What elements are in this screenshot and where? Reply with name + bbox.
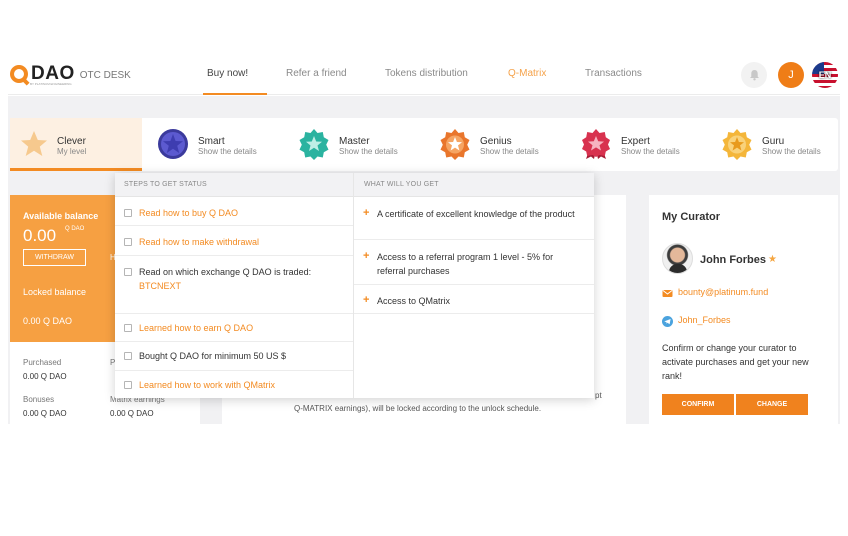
curator-description: Confirm or change your curator to activa…	[662, 343, 809, 381]
purchased-label: Purchased	[23, 358, 62, 367]
benefit-text: A certificate of excellent knowledge of …	[377, 209, 575, 219]
available-balance-label: Available balance	[23, 211, 99, 221]
nav-transactions[interactable]: Transactions	[585, 68, 642, 79]
level-name: Guru	[762, 136, 785, 147]
step-item[interactable]: Learned how to work with QMatrix	[115, 371, 353, 398]
level-sub: Show the details	[621, 147, 680, 156]
available-balance-value: 0.00	[23, 226, 57, 245]
gold-star-badge-icon	[722, 129, 752, 160]
level-name: Genius	[480, 136, 512, 147]
step-item[interactable]: Bought Q DAO for minimum 50 US $	[115, 342, 353, 371]
available-balance-unit: Q DAO	[65, 226, 85, 232]
step-checkbox[interactable]	[124, 324, 132, 332]
info-text-tail: pt	[595, 391, 602, 400]
step-checkbox[interactable]	[124, 352, 132, 360]
nav-buy-now[interactable]: Buy now!	[207, 68, 248, 79]
locked-balance-label: Locked balance	[23, 287, 87, 297]
active-nav-underline	[203, 93, 267, 95]
curator-email-link[interactable]: bounty@platinum.fund	[678, 287, 768, 297]
step-item[interactable]: Learned how to earn Q DAO	[115, 314, 353, 342]
plus-icon: +	[363, 294, 370, 306]
star-badge-icon	[21, 131, 47, 156]
plus-icon: +	[363, 250, 370, 262]
orange-star-badge-icon	[440, 129, 470, 160]
step-item[interactable]: Read how to make withdrawal	[115, 226, 353, 256]
level-name: Master	[339, 136, 370, 147]
telegram-icon	[662, 316, 673, 327]
level-sub: Show the details	[198, 147, 257, 156]
withdraw-button[interactable]: WITHDRAW	[23, 249, 86, 266]
level-sub: Show the details	[480, 147, 539, 156]
curator-name: John Forbes	[700, 254, 767, 266]
nav-refer-a-friend[interactable]: Refer a friend	[286, 68, 347, 79]
plus-icon: +	[363, 207, 370, 219]
balance-card: Available balance 0.00 Q DAO WITHDRAW H …	[10, 195, 116, 342]
benefit-item: + A certificate of excellent knowledge o…	[354, 197, 594, 240]
level-genius[interactable]: Genius Show the details	[433, 118, 569, 171]
step-link[interactable]: Read how to buy Q DAO	[139, 208, 238, 218]
logo-tagline: BY PLATINUM ENGINEERING	[30, 82, 72, 86]
level-sub: Show the details	[762, 147, 821, 156]
email-icon	[662, 290, 673, 297]
level-expert[interactable]: Expert Show the details	[574, 118, 710, 171]
level-clever[interactable]: Clever My level	[10, 118, 142, 171]
notifications-button[interactable]	[741, 62, 767, 88]
step-link[interactable]: Read how to make withdrawal	[139, 237, 259, 247]
q-logo-icon	[10, 65, 28, 83]
step-link[interactable]: Learned how to work with QMatrix	[139, 380, 275, 390]
language-switcher[interactable]: EN	[812, 62, 838, 88]
user-avatar[interactable]: J	[778, 62, 804, 88]
level-name: Expert	[621, 136, 650, 147]
level-name: Smart	[198, 136, 225, 147]
level-sub: My level	[57, 147, 87, 156]
step-item[interactable]: Read how to buy Q DAO	[115, 197, 353, 226]
benefits-header: WHAT WILL YOU GET	[364, 181, 439, 188]
step-checkbox[interactable]	[124, 381, 132, 389]
bonuses-value: 0.00 Q DAO	[23, 409, 67, 418]
language-code: EN	[818, 70, 832, 80]
confirm-button[interactable]: CONFIRM	[662, 394, 734, 415]
info-text-line: Q-MATRIX earnings), will be locked accor…	[294, 404, 542, 413]
dropdown-header: STEPS TO GET STATUS WHAT WILL YOU GET	[115, 173, 594, 197]
level-name: Clever	[57, 136, 86, 147]
step-checkbox[interactable]	[124, 238, 132, 246]
step-text: Bought Q DAO for minimum 50 US $	[139, 351, 287, 361]
levels-bar: Clever My level Smart Show the details M…	[10, 118, 838, 171]
bonuses-label: Bonuses	[23, 395, 55, 404]
nav-tokens-distribution[interactable]: Tokens distribution	[385, 68, 468, 79]
level-sub: Show the details	[339, 147, 398, 156]
exchange-link[interactable]: BTCNEXT	[139, 281, 181, 291]
benefit-item: + Access to QMatrix	[354, 285, 594, 314]
benefit-text: Access to QMatrix	[377, 296, 451, 306]
step-text: Read on which exchange Q DAO is traded:	[139, 267, 312, 277]
step-checkbox[interactable]	[124, 209, 132, 217]
nav-q-matrix[interactable]: Q-Matrix	[508, 68, 546, 79]
level-details-dropdown: STEPS TO GET STATUS WHAT WILL YOU GET Re…	[115, 173, 594, 398]
curator-avatar	[662, 243, 693, 274]
purple-star-badge-icon	[158, 129, 188, 159]
level-guru[interactable]: Guru Show the details	[715, 118, 838, 171]
benefit-item: + Access to a referral program 1 level -…	[354, 240, 594, 285]
top-header: DAO OTC DESK BY PLATINUM ENGINEERING Buy…	[8, 50, 840, 95]
change-button[interactable]: CHANGE	[736, 394, 808, 415]
curator-telegram-link[interactable]: John_Forbes	[678, 315, 731, 325]
teal-star-badge-icon	[299, 129, 329, 160]
current-level-underline	[10, 168, 142, 171]
level-smart[interactable]: Smart Show the details	[151, 118, 287, 171]
step-checkbox[interactable]	[124, 268, 132, 276]
purchased-value: 0.00 Q DAO	[23, 372, 67, 381]
curator-card: My Curator John Forbes ★ bounty@platinum…	[649, 195, 838, 424]
star-icon: ★	[768, 254, 777, 265]
steps-header: STEPS TO GET STATUS	[124, 181, 207, 188]
curator-title: My Curator	[662, 211, 721, 223]
step-item[interactable]: Read on which exchange Q DAO is traded: …	[115, 256, 353, 314]
logo-otc-desk: OTC DESK	[79, 70, 131, 81]
red-ribbon-badge-icon	[582, 129, 610, 159]
level-master[interactable]: Master Show the details	[292, 118, 428, 171]
bell-icon	[749, 70, 759, 81]
matrix-earnings-value: 0.00 Q DAO	[110, 409, 154, 418]
benefit-text: Access to a referral program 1 level - 5…	[377, 252, 554, 276]
step-link[interactable]: Learned how to earn Q DAO	[139, 323, 253, 333]
locked-balance-value: 0.00 Q DAO	[23, 316, 73, 326]
